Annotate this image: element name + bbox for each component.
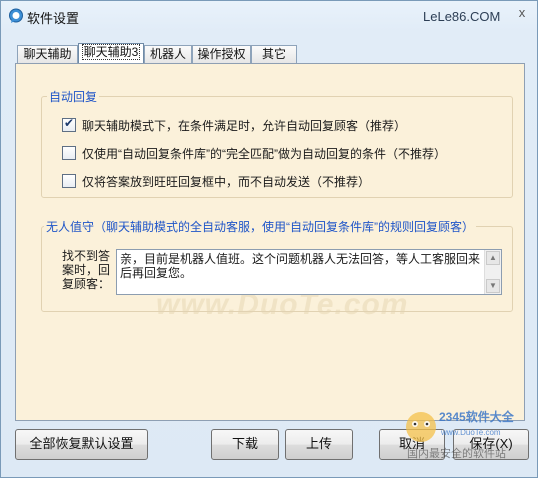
- tab-permissions[interactable]: 操作授权: [192, 45, 251, 63]
- settings-window: 软件设置 LeLe86.COM x 聊天辅助 聊天辅助3 机器人 操作授权 其它…: [0, 0, 538, 478]
- checkbox[interactable]: [62, 146, 76, 160]
- tab-robot[interactable]: 机器人: [144, 45, 192, 63]
- tab-other[interactable]: 其它: [251, 45, 297, 63]
- unattended-group: 无人值守（聊天辅助模式的全自动客服，使用“自动回复条件库”的规则回复顾客） 找不…: [41, 218, 513, 312]
- auto-reply-group: 自动回复 ✔ 聊天辅助模式下，在条件满足时，允许自动回复顾客（推荐） 仅使用“自…: [41, 88, 513, 198]
- no-answer-label: 找不到答案时，回复顾客：: [61, 249, 110, 291]
- app-chat-icon: [9, 8, 23, 23]
- scroll-down-icon[interactable]: ▼: [486, 279, 500, 293]
- no-answer-reply-textarea[interactable]: 亲，目前是机器人值班。这个问题机器人无法回答，等人工客服回来后再回复您。 ▲ ▼: [116, 249, 502, 295]
- settings-panel: www.DuoTe.com 自动回复 ✔ 聊天辅助模式下，在条件满足时，允许自动…: [15, 63, 525, 421]
- restore-defaults-button[interactable]: 全部恢复默认设置: [15, 429, 148, 460]
- option-label[interactable]: 聊天辅助模式下，在条件满足时，允许自动回复顾客（推荐）: [82, 117, 406, 134]
- watermark-logo: 2345软件大全 www.DuoTe.com 国内最安全的软件站: [406, 409, 515, 460]
- option-label[interactable]: 仅将答案放到旺旺回复框中，而不自动发送（不推荐）: [82, 173, 370, 190]
- window-title: 软件设置: [27, 11, 80, 26]
- scrollbar[interactable]: ▲ ▼: [484, 250, 501, 294]
- option-label[interactable]: 仅使用“自动回复条件库”的“完全匹配”做为自动回复的条件（不推荐）: [82, 145, 446, 162]
- watermark-logo-url: www.DuoTe.com: [440, 428, 501, 437]
- site-label: LeLe86.COM: [423, 9, 501, 24]
- checkbox[interactable]: [62, 174, 76, 188]
- reply-text[interactable]: 亲，目前是机器人值班。这个问题机器人无法回答，等人工客服回来后再回复您。: [120, 252, 482, 280]
- watermark-caption: 国内最安全的软件站: [407, 446, 506, 460]
- scroll-up-icon[interactable]: ▲: [486, 251, 500, 265]
- download-button[interactable]: 下载: [211, 429, 279, 460]
- checkbox[interactable]: ✔: [62, 116, 76, 132]
- title-bar[interactable]: 软件设置 LeLe86.COM x: [1, 1, 537, 31]
- upload-button[interactable]: 上传: [285, 429, 353, 460]
- tab-chat-assist-3[interactable]: 聊天辅助3: [78, 43, 144, 64]
- watermark-logo-text: 2345软件大全: [439, 409, 515, 424]
- tab-chat-assist[interactable]: 聊天辅助: [17, 45, 78, 63]
- close-icon[interactable]: x: [513, 4, 531, 22]
- check-mark-icon: ✔: [64, 116, 75, 130]
- auto-reply-group-title: 自动回复: [47, 88, 100, 105]
- unattended-group-title: 无人值守（聊天辅助模式的全自动客服，使用“自动回复条件库”的规则回复顾客）: [44, 218, 476, 235]
